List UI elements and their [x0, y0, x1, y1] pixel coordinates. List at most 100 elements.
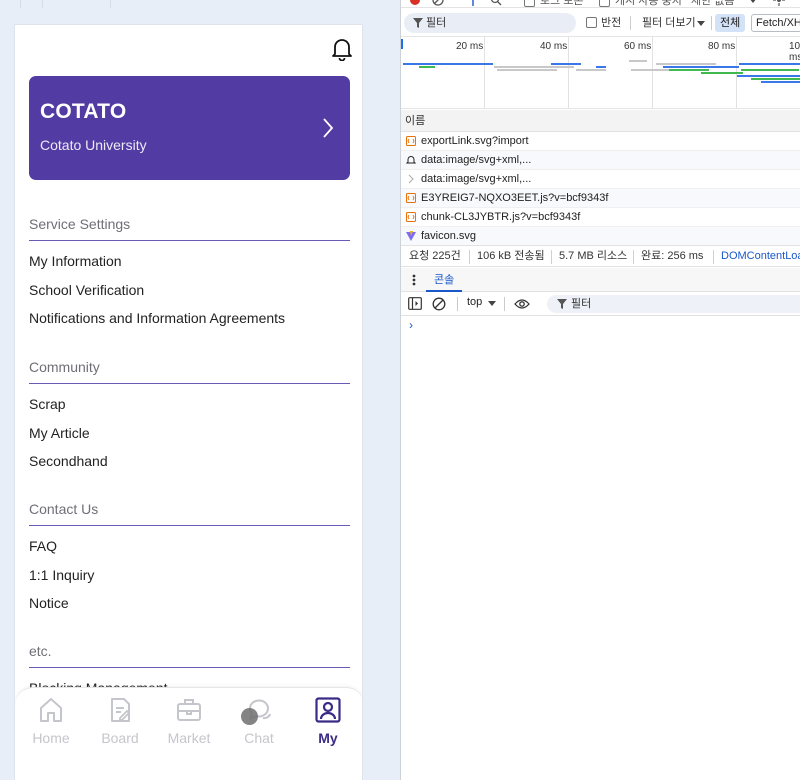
- section-service-settings: Service Settings My Information School V…: [29, 213, 350, 333]
- timeline-gridline: [652, 37, 653, 109]
- sidebar-toggle-icon[interactable]: [408, 297, 422, 310]
- top-strip: [0, 0, 400, 8]
- strip-divider: [20, 0, 21, 8]
- filter-all-button[interactable]: 전체: [715, 14, 746, 32]
- pointer-cursor: [241, 708, 258, 725]
- timeline-bar: [403, 63, 493, 65]
- menu-item-notice[interactable]: Notice: [29, 589, 350, 618]
- network-conditions-icon[interactable]: [773, 0, 785, 6]
- request-row[interactable]: E3YREIG7-NQXO3EET.js?v=bcf9343f: [401, 189, 800, 208]
- devtools-panel: 로그 보존 캐시 사용 중지 제한 없음 필터 반전 필터 더보기 전체 Fet…: [400, 0, 800, 780]
- filter-fetch-xhr-button[interactable]: Fetch/XHR: [751, 14, 800, 32]
- request-row[interactable]: favicon.svg: [401, 227, 800, 246]
- strip-divider: [42, 0, 43, 8]
- menu-item-inquiry[interactable]: 1:1 Inquiry: [29, 561, 350, 590]
- network-timeline-overview[interactable]: 20 ms 40 ms 60 ms 80 ms 100 ms: [401, 36, 800, 109]
- clear-console-icon[interactable]: [432, 297, 446, 311]
- context-select[interactable]: top: [467, 296, 482, 308]
- filter-input[interactable]: 필터: [404, 13, 576, 33]
- bell-icon[interactable]: [331, 37, 353, 61]
- invert-label: 반전: [601, 17, 622, 29]
- status-divider: [633, 250, 634, 264]
- record-icon[interactable]: [409, 0, 421, 6]
- filter-placeholder: 필터: [426, 17, 447, 29]
- chevron-right-small-icon: [408, 174, 414, 184]
- eye-icon[interactable]: [514, 298, 530, 310]
- profile-name: COTATO: [40, 100, 127, 123]
- timeline-bar: [737, 75, 800, 77]
- more-filters-button[interactable]: 필터 더보기: [642, 13, 696, 33]
- resources-size: 5.7 MB 리소스: [559, 250, 628, 262]
- request-row[interactable]: data:image/svg+xml,...: [401, 151, 800, 170]
- tab-my[interactable]: My: [298, 696, 358, 756]
- chevron-down-icon: [697, 21, 705, 26]
- invert-checkbox[interactable]: [586, 17, 597, 28]
- tab-market[interactable]: Market: [159, 696, 219, 756]
- section-divider: [29, 240, 350, 241]
- timeline-bar: [669, 69, 709, 71]
- network-filter-bar: 필터 반전 필터 더보기 전체 Fetch/XHR: [401, 10, 800, 36]
- section-divider: [29, 383, 350, 384]
- strip-divider: [110, 0, 111, 8]
- chevron-right-icon: [323, 118, 334, 138]
- tab-chat[interactable]: Chat: [229, 696, 289, 756]
- throttle-select[interactable]: 제한 없음: [691, 0, 735, 7]
- request-row[interactable]: data:image/svg+xml,...: [401, 170, 800, 189]
- toolbar-divider: [457, 297, 458, 311]
- toolbar-divider: [504, 297, 505, 311]
- menu-item-notifications[interactable]: Notifications and Information Agreements: [29, 304, 350, 333]
- profile-card[interactable]: COTATO Cotato University: [29, 76, 350, 180]
- request-row[interactable]: chunk-CL3JYBTR.js?v=bcf9343f: [401, 208, 800, 227]
- menu-item-school-verification[interactable]: School Verification: [29, 276, 350, 305]
- timeline-gridline: [568, 37, 569, 109]
- console-toolbar: top 필터: [401, 292, 800, 316]
- board-icon: [111, 698, 131, 722]
- menu-item-my-information[interactable]: My Information: [29, 247, 350, 276]
- timeline-bar: [761, 81, 800, 83]
- request-name: E3YREIG7-NQXO3EET.js?v=bcf9343f: [421, 192, 609, 204]
- section-title: etc.: [29, 643, 52, 659]
- console-prompt[interactable]: ›: [409, 318, 413, 332]
- console-filter-input[interactable]: 필터: [547, 295, 800, 313]
- tab-label: Chat: [244, 730, 274, 746]
- timeline-bar: [739, 63, 800, 65]
- more-vertical-icon[interactable]: [412, 274, 416, 286]
- timeline-label: 20 ms: [456, 41, 484, 52]
- menu-item-secondhand[interactable]: Secondhand: [29, 447, 350, 476]
- toolbar-divider: [630, 16, 631, 30]
- console-filter-placeholder: 필터: [571, 298, 592, 310]
- menu-item-scrap[interactable]: Scrap: [29, 390, 350, 419]
- menu-item-faq[interactable]: FAQ: [29, 532, 350, 561]
- status-divider: [551, 250, 552, 264]
- upload-icon[interactable]: [468, 0, 478, 6]
- dom-content-loaded: DOMContentLoaded: [721, 250, 800, 262]
- requests-name-header[interactable]: 이름: [401, 110, 800, 132]
- filter-icon: [557, 299, 567, 309]
- js-file-icon: [406, 212, 416, 222]
- preserve-log-checkbox[interactable]: [524, 0, 535, 7]
- disable-cache-checkbox[interactable]: [599, 0, 610, 7]
- timeline-bar: [551, 63, 581, 65]
- timeline-gridline: [484, 37, 485, 109]
- bottom-tab-bar: Home Board Market Chat My: [15, 687, 362, 780]
- request-row[interactable]: exportLink.svg?import: [401, 132, 800, 151]
- tab-console[interactable]: 콘솔: [426, 268, 463, 292]
- timeline-bar: [701, 72, 743, 74]
- network-status-bar: 요청 225건 106 kB 전송됨 5.7 MB 리소스 완료: 256 ms…: [401, 245, 800, 267]
- tab-home[interactable]: Home: [21, 696, 81, 756]
- js-file-icon: [406, 193, 416, 203]
- my-icon: [315, 697, 341, 723]
- tab-board[interactable]: Board: [90, 696, 150, 756]
- menu-item-my-article[interactable]: My Article: [29, 419, 350, 448]
- section-title: Service Settings: [29, 216, 131, 232]
- network-toolbar-top: 로그 보존 캐시 사용 중지 제한 없음: [401, 0, 800, 8]
- timeline-bar: [419, 66, 435, 68]
- search-icon[interactable]: [490, 0, 502, 6]
- tab-label: Market: [167, 730, 211, 746]
- timeline-marker: [401, 39, 403, 49]
- clear-icon[interactable]: [432, 0, 444, 6]
- home-icon: [40, 698, 62, 722]
- transferred-size: 106 kB 전송됨: [477, 250, 545, 262]
- request-count: 요청 225건: [409, 250, 461, 262]
- timeline-bar: [576, 69, 606, 71]
